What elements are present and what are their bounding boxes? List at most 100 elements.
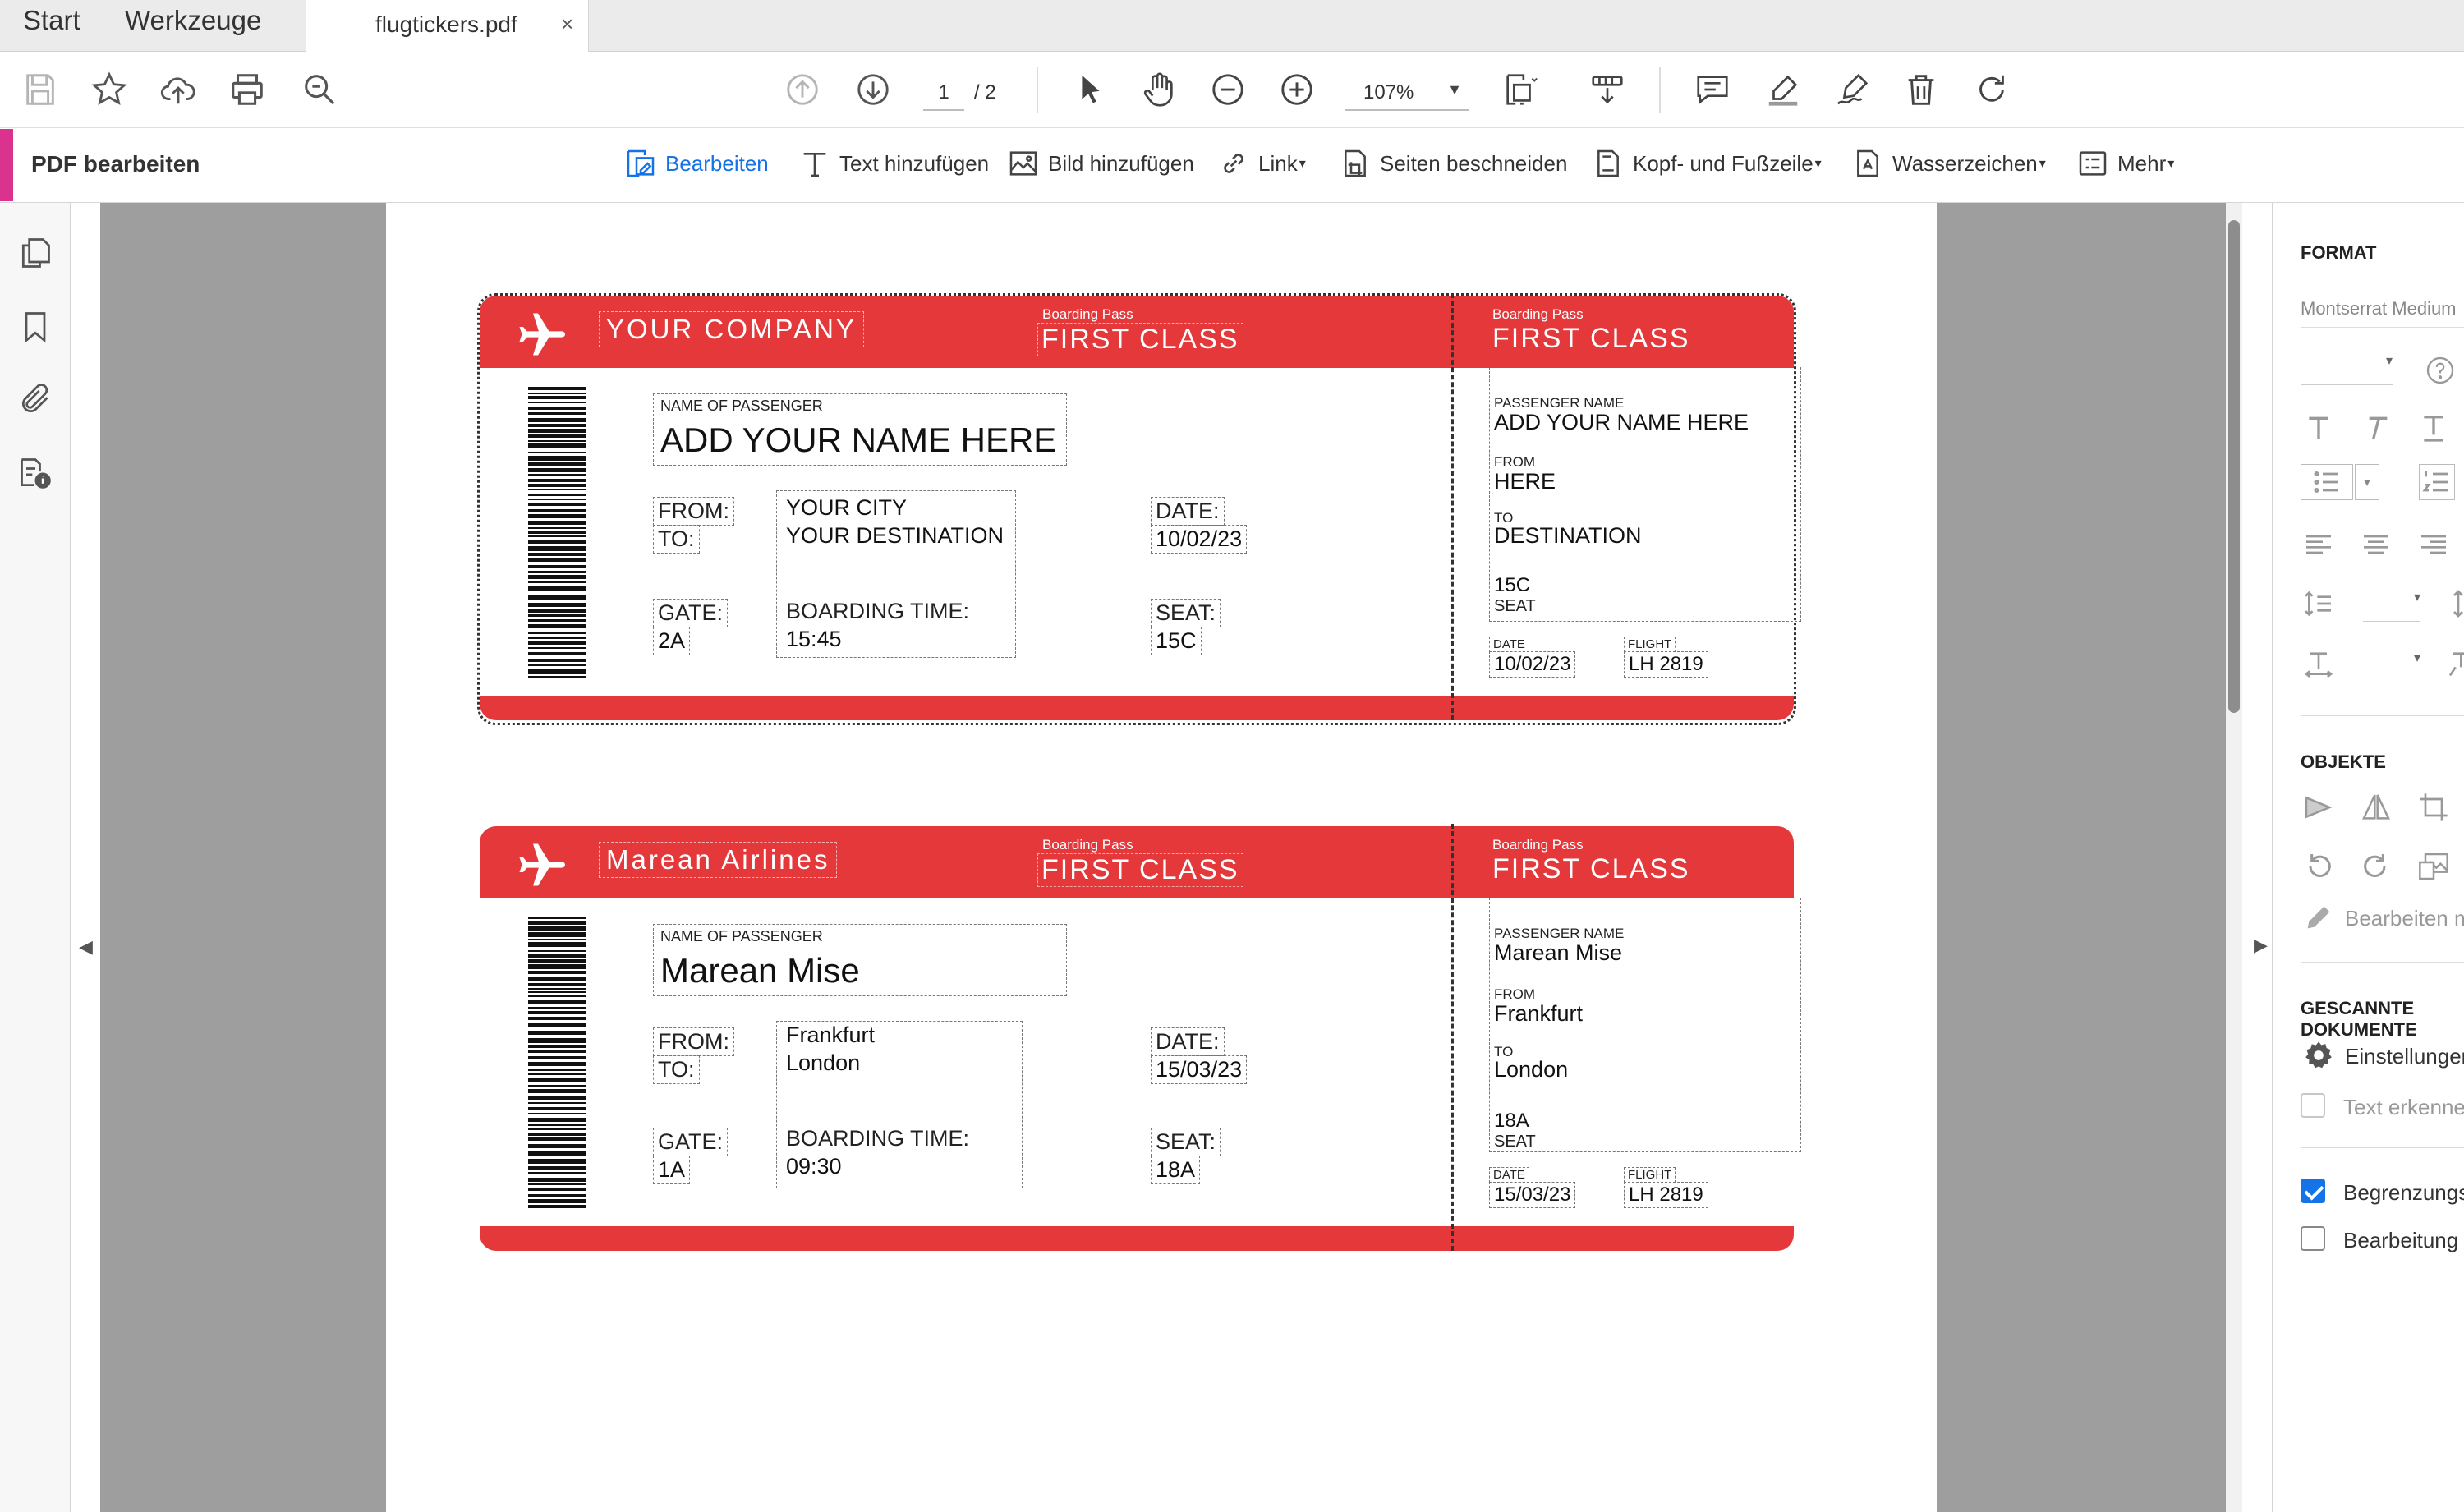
restrict-editing-checkbox[interactable] — [2301, 1226, 2325, 1251]
gear-icon[interactable] — [2301, 1037, 2337, 1073]
align-left-icon[interactable] — [2301, 526, 2337, 563]
character-spacing-select[interactable]: ▾ — [2355, 650, 2420, 682]
stub-date[interactable]: 10/02/23 — [1489, 651, 1576, 678]
stub-flight[interactable]: LH 2819 — [1624, 651, 1708, 678]
from-label[interactable]: FROM: — [653, 1027, 734, 1056]
date-label[interactable]: DATE: — [1151, 497, 1225, 526]
settings-label[interactable]: Einstellungen — [2345, 1044, 2464, 1069]
seat-label[interactable]: SEAT: — [1151, 1128, 1221, 1156]
gate-value[interactable]: 1A — [653, 1156, 691, 1184]
flip-horizontal-icon[interactable] — [2301, 789, 2337, 825]
crop-pages-button[interactable]: Seiten beschneiden — [1339, 145, 1567, 182]
class-label[interactable]: FIRST CLASS — [1037, 853, 1243, 887]
read-mode-icon[interactable] — [1587, 69, 1628, 110]
to-label[interactable]: TO: — [653, 1055, 700, 1084]
comment-icon[interactable] — [1692, 69, 1733, 110]
stub-flight-label[interactable]: FLIGHT — [1624, 637, 1676, 652]
replace-image-icon[interactable] — [2416, 848, 2452, 885]
collapse-right-panel-icon[interactable]: ▶ — [2254, 935, 2268, 956]
stub-date[interactable]: 15/03/23 — [1489, 1182, 1576, 1208]
header-footer-button[interactable]: Kopf- und Fußzeile ▾ — [1592, 145, 1822, 182]
help-icon[interactable] — [2422, 352, 2458, 388]
gate-label[interactable]: GATE: — [653, 1128, 729, 1156]
line-spacing-select[interactable]: ▾ — [2363, 589, 2420, 622]
date-value[interactable]: 15/03/23 — [1151, 1055, 1248, 1084]
upload-icon[interactable] — [158, 69, 199, 110]
watermark-button[interactable]: Wasserzeichen ▾ — [1851, 145, 2046, 182]
print-icon[interactable] — [227, 69, 268, 110]
passenger-name-field[interactable]: NAME OF PASSENGER Marean Mise — [653, 924, 1067, 996]
text-scale-icon[interactable] — [2440, 646, 2464, 682]
boarding-pass-label[interactable]: Boarding Pass — [1042, 306, 1133, 323]
stub-class-label[interactable]: FIRST CLASS — [1492, 323, 1690, 355]
seat-label[interactable]: SEAT: — [1151, 599, 1221, 627]
scrollbar-thumb[interactable] — [2228, 220, 2240, 713]
stub-date-label[interactable]: DATE — [1489, 1167, 1529, 1183]
document-properties-icon[interactable] — [15, 453, 56, 494]
zoom-select[interactable]: 107% ▼ — [1345, 75, 1469, 111]
numbered-list-icon[interactable] — [2419, 464, 2455, 500]
hand-icon[interactable] — [1138, 69, 1179, 110]
rotate-left-icon[interactable] — [2301, 848, 2337, 885]
select-icon[interactable] — [1069, 69, 1110, 110]
class-label[interactable]: FIRST CLASS — [1037, 323, 1243, 356]
save-icon[interactable] — [20, 69, 61, 110]
stub-flight-label[interactable]: FLIGHT — [1624, 1167, 1676, 1183]
stub-boarding-pass-label[interactable]: Boarding Pass — [1492, 306, 1584, 323]
search-icon[interactable] — [299, 69, 340, 110]
gate-label[interactable]: GATE: — [653, 599, 729, 627]
rotate-right-icon[interactable] — [2358, 848, 2394, 885]
bullet-options-icon[interactable]: ▾ — [2355, 464, 2379, 500]
link-button[interactable]: Link ▾ — [1217, 145, 1306, 182]
edit-button[interactable]: Bearbeiten — [624, 145, 769, 182]
company-name[interactable]: YOUR COMPANY — [599, 311, 864, 347]
tab-document[interactable]: flugtickers.pdf × — [306, 0, 589, 53]
sign-icon[interactable] — [1832, 69, 1873, 110]
stub-date-label[interactable]: DATE — [1489, 637, 1529, 652]
more-button[interactable]: Mehr ▾ — [2076, 145, 2174, 182]
paragraph-spacing-icon[interactable] — [2440, 586, 2464, 622]
stub-class-label[interactable]: FIRST CLASS — [1492, 853, 1690, 885]
zoom-in-icon[interactable] — [1276, 69, 1317, 110]
font-size-select[interactable]: ▾ — [2301, 352, 2393, 385]
show-bounding-boxes-checkbox[interactable] — [2301, 1179, 2325, 1203]
text-regular-icon[interactable] — [2301, 410, 2337, 446]
bullet-list-icon[interactable] — [2301, 464, 2353, 500]
text-underline-icon[interactable] — [2416, 410, 2452, 446]
edit-with-label[interactable]: Bearbeiten mit — [2345, 906, 2464, 931]
recognize-text-checkbox[interactable] — [2301, 1093, 2325, 1118]
rotate-icon[interactable] — [1971, 69, 2012, 110]
stub-boarding-pass-label[interactable]: Boarding Pass — [1492, 837, 1584, 853]
to-label[interactable]: TO: — [653, 525, 700, 554]
passenger-name-field[interactable]: NAME OF PASSENGER ADD YOUR NAME HERE — [653, 393, 1067, 466]
font-family-select[interactable]: Montserrat Medium — [2301, 290, 2464, 328]
zoom-out-icon[interactable] — [1207, 69, 1248, 110]
collapse-left-panel-icon[interactable]: ◀ — [79, 936, 93, 958]
page-number-input[interactable]: 1 — [923, 75, 964, 111]
character-spacing-icon[interactable] — [2301, 646, 2337, 682]
from-label[interactable]: FROM: — [653, 497, 734, 526]
align-right-icon[interactable] — [2416, 526, 2452, 563]
highlight-icon[interactable] — [1763, 69, 1804, 110]
page-down-icon[interactable] — [853, 69, 894, 110]
seat-value[interactable]: 18A — [1151, 1156, 1201, 1184]
boarding-pass-label[interactable]: Boarding Pass — [1042, 837, 1133, 853]
seat-value[interactable]: 15C — [1151, 627, 1202, 655]
add-text-button[interactable]: Text hinzufügen — [798, 145, 989, 182]
bookmark-icon[interactable] — [15, 306, 56, 347]
date-value[interactable]: 10/02/23 — [1151, 525, 1248, 554]
line-spacing-icon[interactable] — [2301, 586, 2337, 622]
add-image-button[interactable]: Bild hinzufügen — [1007, 145, 1194, 182]
close-tab-icon[interactable]: × — [561, 11, 573, 37]
text-italic-icon[interactable] — [2358, 410, 2394, 446]
delete-icon[interactable] — [1901, 69, 1942, 110]
page-up-icon[interactable] — [782, 69, 823, 110]
crop-icon[interactable] — [2416, 789, 2452, 825]
date-label[interactable]: DATE: — [1151, 1027, 1225, 1056]
pages-icon[interactable] — [15, 232, 56, 273]
star-icon[interactable] — [89, 69, 130, 110]
flip-vertical-icon[interactable] — [2358, 789, 2394, 825]
stub-flight[interactable]: LH 2819 — [1624, 1182, 1708, 1208]
tab-tools[interactable]: Werkzeuge — [125, 5, 261, 36]
tab-start[interactable]: Start — [23, 5, 80, 36]
